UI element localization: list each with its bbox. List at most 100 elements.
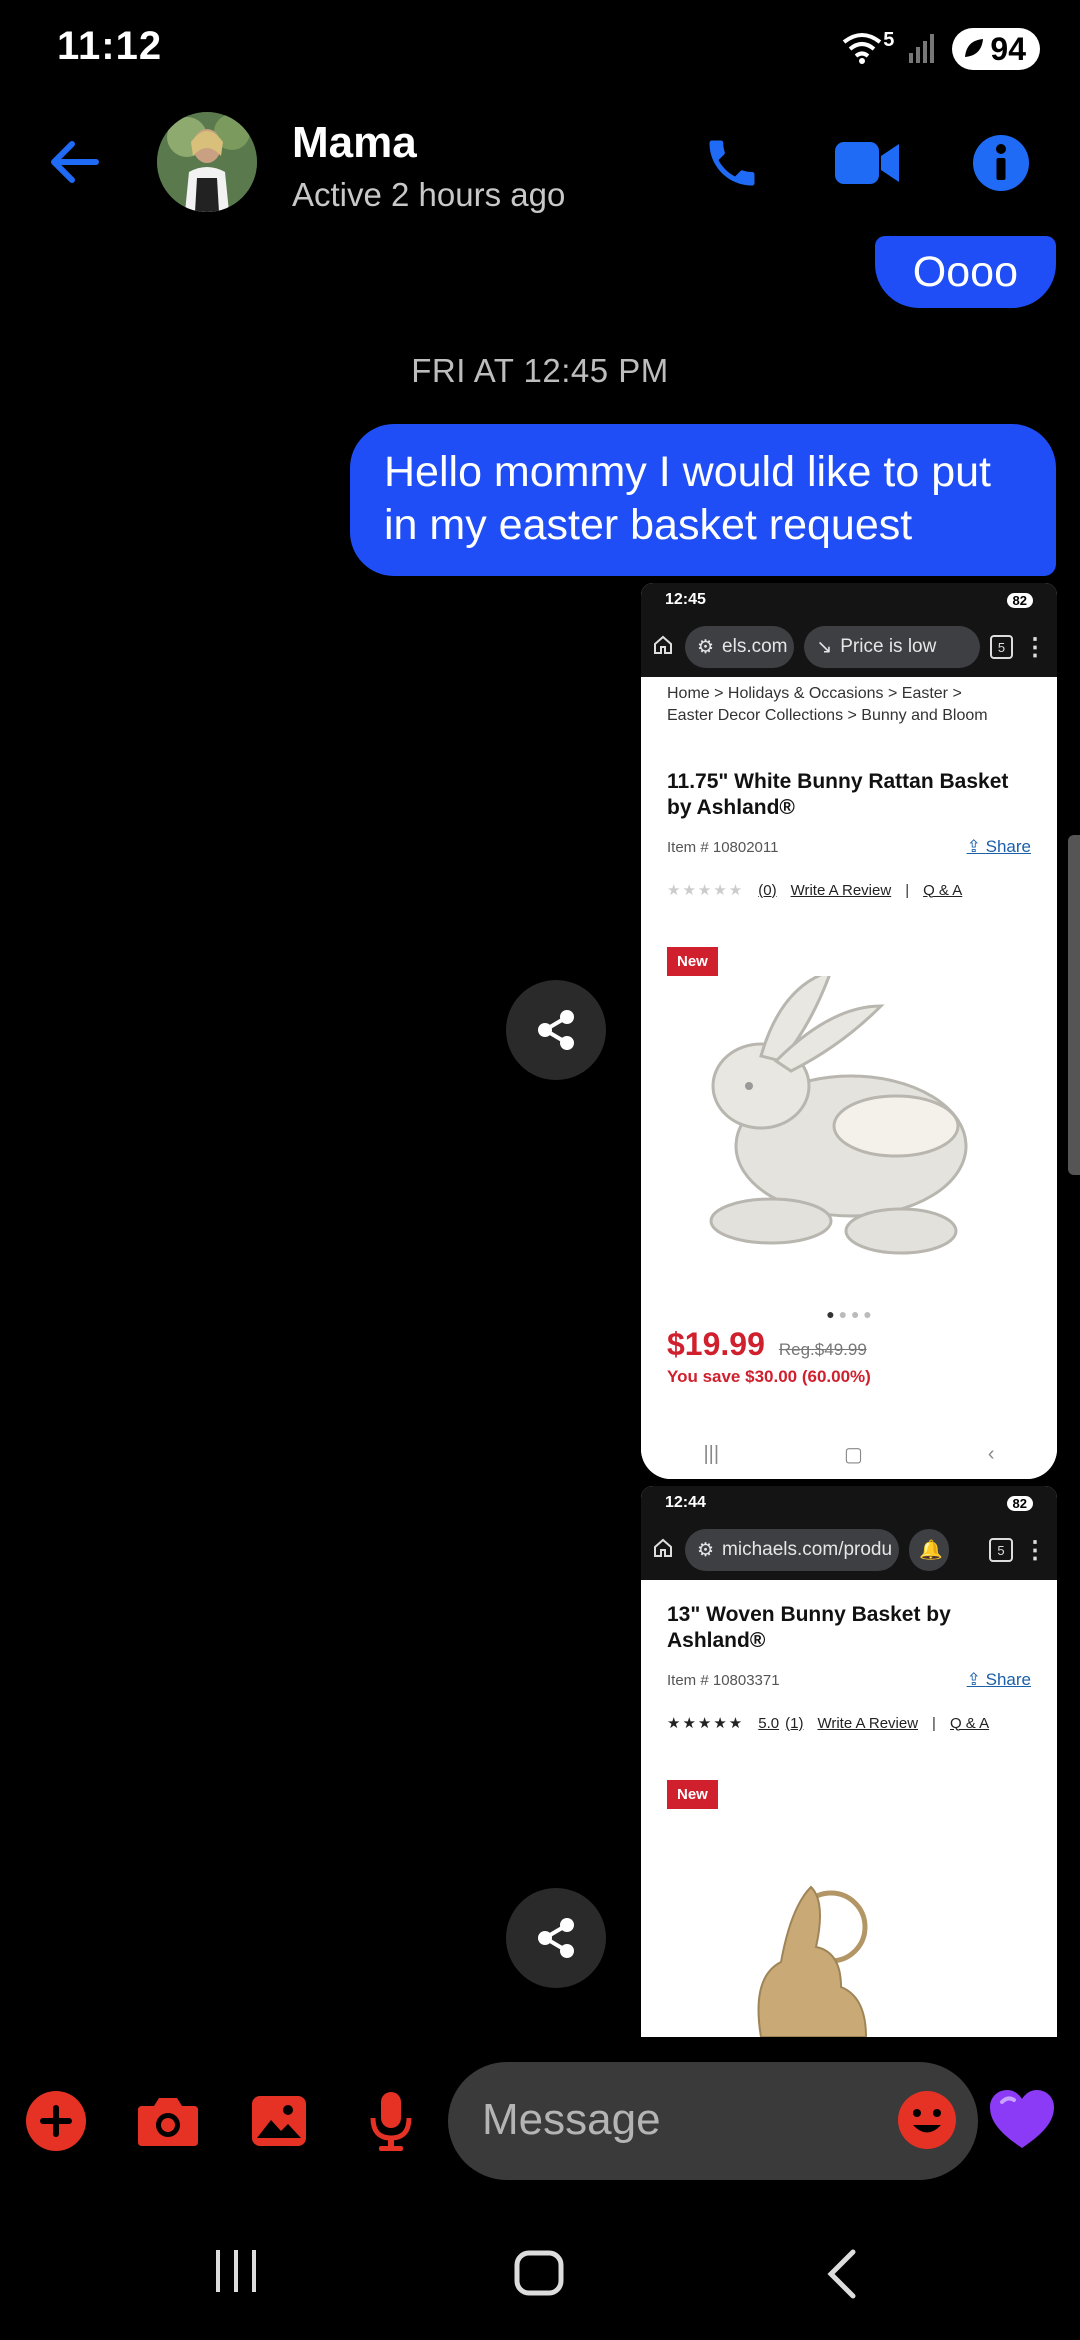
battery-leaf-icon [962,31,986,68]
wifi-label: 5 [883,28,895,51]
woven-bunny-image [641,1867,1057,2037]
plus-icon [26,2091,86,2151]
image-attachment-1[interactable]: 12:45 82 ⚙ els.com ↘ Price is low 5 ⋮ Home… [641,583,1057,1479]
battery-level: 94 [990,30,1026,67]
battery-indicator: 94 [952,28,1040,70]
video-camera-icon [835,142,899,184]
image-icon [252,2096,306,2146]
camera-icon [138,2098,198,2146]
carousel-dots: ● ● ● ● [826,1306,872,1322]
back-arrow-icon [51,141,99,183]
message-timestamp: FRI AT 12:45 PM [411,352,669,389]
shot-time: 12:44 [665,1494,706,1511]
rating-value: 5.0 [758,1714,780,1732]
new-badge: New [667,947,718,976]
breadcrumb-line-1: Home > Holidays & Occasions > Easter > [667,685,962,702]
tune-icon: ⚙ [697,636,715,658]
review-count: (0) [758,881,777,899]
bell-pill: 🔔 [909,1529,949,1571]
regular-price: Reg.$49.99 [778,1340,867,1359]
more-icon: ⋮ [1023,1536,1047,1564]
tune-icon: ⚙ [697,1539,715,1561]
shot-battery: 82 [1006,592,1033,608]
write-review-link: Write A Review [817,1714,919,1732]
back-button[interactable] [46,134,102,195]
avatar[interactable] [157,112,257,212]
share-label: Share [985,1670,1031,1689]
share-button[interactable] [506,1888,606,1988]
back-nav-icon: ‹ [987,1442,995,1465]
product-title: 11.75" White Bunny Rattan Basket by Ashl… [667,770,1009,819]
share-icon [538,1010,574,1050]
url-pill: ⚙ els.com [685,626,795,668]
shot-status-bar: 12:44 82 [641,1486,1057,1520]
recents-icon [216,2250,256,2292]
contact-name[interactable]: Mama [292,118,417,168]
phone-icon [709,140,755,186]
stars-empty-icon: ★★★★★ [667,882,745,899]
share-icon [538,1918,574,1958]
shot-status-bar: 12:45 82 [641,583,1057,617]
smiley-icon [898,2091,956,2149]
shot-browser-bar: ⚙ els.com ↘ Price is low 5 ⋮ [641,617,1057,677]
emoji-button[interactable] [897,2090,957,2155]
share-label: Share [985,837,1031,856]
url-text: els.com [722,636,788,657]
info-button[interactable] [972,134,1030,197]
recent-apps-button[interactable] [212,2246,260,2301]
url-text: michaels.com/produ [722,1539,893,1560]
product-title: 13" Woven Bunny Basket by Ashland® [667,1603,951,1652]
bell-add-icon: 🔔 [919,1540,943,1561]
signal-icon [908,31,938,68]
stars-filled-icon: ★★★★★ [667,1715,745,1732]
home-nav-icon [514,2250,564,2296]
info-icon [973,135,1029,191]
url-pill: ⚙ michaels.com/produ [685,1529,899,1571]
message-bubble-previous[interactable]: Oooo [874,236,1056,308]
voice-button[interactable] [368,2090,414,2157]
shot-battery: 82 [1006,1495,1033,1511]
item-number: Item # 10803371 [667,1671,780,1689]
bunny-basket-image [641,968,1057,1306]
qa-link: Q & A [923,881,963,899]
message-placeholder: Message [482,2095,661,2144]
breadcrumb: Home > Holidays & Occasions > Easter > E… [641,677,1057,727]
item-number: Item # 10802011 [667,838,779,856]
image-attachment-2[interactable]: 12:44 82 ⚙ michaels.com/produ 🔔 5 ⋮ 13" W… [641,1486,1057,2037]
shot-browser-bar: ⚙ michaels.com/produ 🔔 5 ⋮ [641,1520,1057,1580]
write-review-link: Write A Review [790,881,892,899]
video-call-button[interactable] [833,138,901,193]
new-badge: New [667,1780,718,1809]
home-button[interactable] [514,2250,564,2301]
qa-link: Q & A [949,1714,990,1732]
heart-reaction-button[interactable] [988,2088,1056,2155]
system-back-button[interactable] [823,2248,859,2305]
trend-down-icon: ↘ [816,636,833,658]
message-bubble[interactable]: Hello mommy I would like to put in my ea… [350,424,1056,576]
home-icon [651,1536,675,1565]
microphone-icon [370,2092,412,2151]
scrollbar[interactable] [1068,835,1080,1175]
share-link: ⇪ Share [966,837,1031,856]
call-button[interactable] [702,133,762,198]
tabs-icon: 5 [990,635,1013,659]
gallery-button[interactable] [250,2094,308,2153]
more-actions-button[interactable] [25,2090,87,2157]
back-nav-icon [827,2249,856,2299]
price-pill: ↘ Price is low [804,626,981,668]
recents-icon: ||| [703,1442,720,1465]
home-icon [651,633,675,662]
price-pill-text: Price is low [840,636,937,657]
camera-button[interactable] [136,2094,200,2153]
more-icon: ⋮ [1023,633,1047,661]
status-icons: 5 94 [841,28,1040,70]
price: $19.99 [667,1326,765,1362]
active-status: Active 2 hours ago [292,176,566,213]
status-time: 11:12 [57,24,163,68]
wifi-icon [841,30,883,69]
share-button[interactable] [506,980,606,1080]
shot-nav-bar: ||| ▢ ‹ [641,1429,1057,1479]
tabs-icon: 5 [989,1538,1013,1562]
home-nav-icon: ▢ [844,1443,863,1466]
savings-text: You save $30.00 (60.00%) [667,1367,871,1386]
